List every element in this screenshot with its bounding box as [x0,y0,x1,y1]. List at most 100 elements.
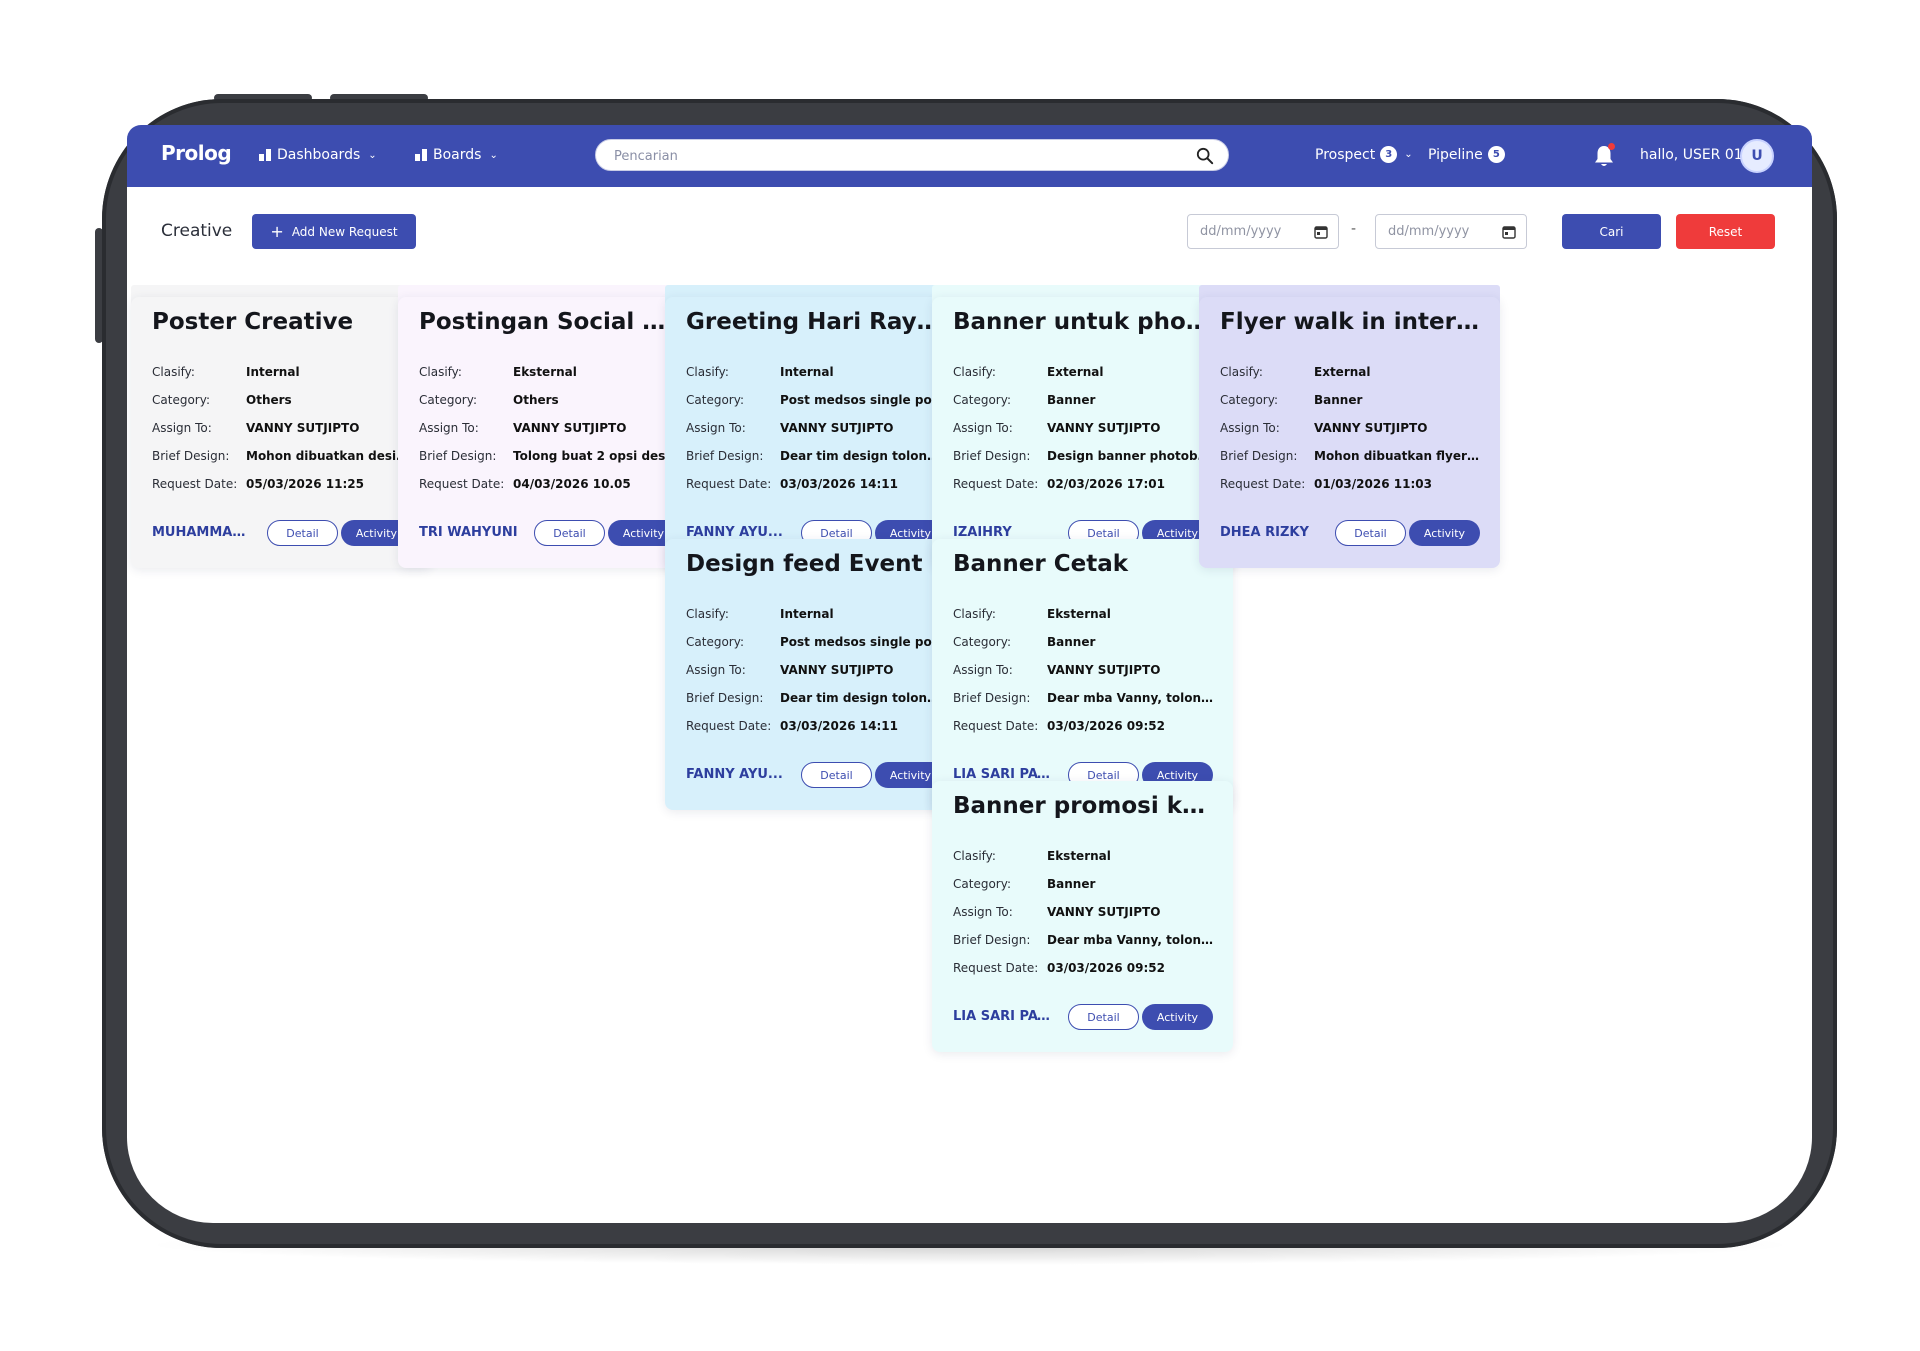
card-field-brief: Brief Design: Dear tim design tolong b... [686,691,946,705]
detail-button[interactable]: Detail [534,520,605,546]
notification-dot [1608,143,1615,150]
card-field-value: Mohon dibuatkan flyer w... [1314,449,1480,463]
request-card[interactable]: Postingan Social M... Clasify: Eksternal Ca… [398,297,699,568]
nav-boards-menu[interactable]: Boards ⌄ [415,147,498,163]
card-field-value: VANNY SUTJIPTO [1314,421,1428,435]
card-field-label: Category: [953,635,1011,649]
request-card[interactable]: Flyer walk in intervi... Clasify: External… [1199,297,1500,568]
card-field-clasify: Clasify: External [953,365,1213,379]
search-input[interactable] [614,146,1174,166]
card-field-value: External [1314,365,1371,379]
card-title[interactable]: Greeting Hari Raya... [686,309,948,335]
card-field-value: 04/03/2026 10.05 [513,477,631,491]
card-title[interactable]: Design feed Event [686,551,948,577]
add-new-request-button[interactable]: + Add New Request [252,214,416,249]
card-requester[interactable]: FANNY AYU... [686,525,786,540]
card-field-date: Request Date: 02/03/2026 17:01 [953,477,1213,491]
card-field-date: Request Date: 03/03/2026 14:11 [686,477,946,491]
detail-button[interactable]: Detail [1335,520,1406,546]
search-button[interactable]: Cari [1562,214,1661,249]
card-field-assign: Assign To: VANNY SUTJIPTO [686,421,946,435]
card-field-label: Clasify: [953,849,996,863]
card-field-value: Others [246,393,292,407]
card-requester[interactable]: LIA SARI PATI... [953,1009,1053,1024]
card-title[interactable]: Flyer walk in intervi... [1220,309,1482,335]
detail-button[interactable]: Detail [267,520,338,546]
card-field-label: Assign To: [686,421,746,435]
nav-dashboards-label: Dashboards [277,147,361,163]
add-new-request-label: Add New Request [291,224,398,239]
card-field-value: Design banner photoboo... [1047,449,1213,463]
date-from-field[interactable]: dd/mm/yyyy [1187,214,1339,249]
card-title[interactable]: Banner Cetak [953,551,1215,577]
request-card[interactable]: Design feed Event Clasify: Internal Categor… [665,539,966,810]
user-avatar[interactable]: U [1740,139,1774,173]
card-field-value: Tolong buat 2 opsi desig... [513,449,679,463]
card-field-value: 03/03/2026 09:52 [1047,719,1165,733]
user-greeting: hallo, USER 01 [1640,147,1743,163]
card-requester[interactable]: MUHAMMAD... [152,525,252,540]
nav-pipeline-menu[interactable]: Pipeline 5 [1428,146,1505,163]
card-requester[interactable]: LIA SARI PATI... [953,767,1053,782]
card-field-label: Request Date: [953,719,1039,733]
request-card[interactable]: Banner untuk phot... Clasify: External Cate… [932,297,1233,568]
calendar-icon[interactable] [1314,225,1328,239]
request-card[interactable]: Banner Cetak Clasify: Eksternal Category: Ba… [932,539,1233,810]
card-title[interactable]: Banner promosi ka... [953,793,1215,819]
card-requester[interactable]: TRI WAHYUNI [419,525,519,540]
plus-icon: + [270,221,284,241]
card-field-label: Assign To: [419,421,479,435]
card-field-label: Clasify: [419,365,462,379]
card-field-label: Category: [152,393,210,407]
card-field-label: Category: [686,393,744,407]
card-requester[interactable]: FANNY AYU... [686,767,786,782]
nav-prospect-menu[interactable]: Prospect 3 ⌄ [1315,146,1413,163]
card-field-label: Brief Design: [419,449,497,463]
request-card[interactable]: Greeting Hari Raya... Clasify: Internal Cat… [665,297,966,568]
card-field-brief: Brief Design: Dear mba Vanny, tolong... [953,933,1213,947]
activity-button[interactable]: Activity [1409,520,1480,546]
card-field-category: Category: Banner [953,635,1213,649]
card-title[interactable]: Postingan Social M... [419,309,681,335]
card-field-value: Dear mba Vanny, tolong... [1047,691,1213,705]
card-field-clasify: Clasify: Eksternal [953,607,1213,621]
nav-boards-label: Boards [433,147,482,163]
card-field-value: 03/03/2026 09:52 [1047,961,1165,975]
card-field-value: VANNY SUTJIPTO [513,421,627,435]
card-field-label: Clasify: [152,365,195,379]
card-title[interactable]: Poster Creative [152,309,414,335]
card-field-date: Request Date: 03/03/2026 09:52 [953,961,1213,975]
activity-button[interactable]: Activity [1142,1004,1213,1030]
card-title[interactable]: Banner untuk phot... [953,309,1215,335]
card-field-date: Request Date: 05/03/2026 11:25 [152,477,412,491]
request-card[interactable]: Poster Creative Clasify: Internal Category:… [131,297,432,568]
card-field-brief: Brief Design: Tolong buat 2 opsi desig... [419,449,679,463]
card-field-category: Category: Banner [1220,393,1480,407]
reset-button[interactable]: Reset [1676,214,1775,249]
card-field-label: Assign To: [953,421,1013,435]
card-field-label: Assign To: [953,905,1013,919]
date-to-field[interactable]: dd/mm/yyyy [1375,214,1527,249]
card-field-brief: Brief Design: Dear mba Vanny, tolong... [953,691,1213,705]
app-logo[interactable]: Prolog [161,141,232,165]
card-field-value: VANNY SUTJIPTO [1047,905,1161,919]
card-field-assign: Assign To: VANNY SUTJIPTO [953,663,1213,677]
detail-button[interactable]: Detail [801,762,872,788]
card-field-date: Request Date: 03/03/2026 14:11 [686,719,946,733]
card-field-clasify: Clasify: Internal [686,607,946,621]
card-field-date: Request Date: 01/03/2026 11:03 [1220,477,1480,491]
card-requester[interactable]: DHEA RIZKY [1220,525,1320,540]
card-field-label: Brief Design: [1220,449,1298,463]
card-field-label: Brief Design: [953,449,1031,463]
card-field-assign: Assign To: VANNY SUTJIPTO [1220,421,1480,435]
card-field-value: External [1047,365,1104,379]
nav-dashboards-menu[interactable]: Dashboards ⌄ [259,147,377,163]
search-bar [595,139,1229,171]
card-requester[interactable]: IZAIHRY [953,525,1053,540]
card-field-label: Clasify: [953,365,996,379]
detail-button[interactable]: Detail [1068,1004,1139,1030]
calendar-icon[interactable] [1502,225,1516,239]
search-icon[interactable] [1196,147,1214,165]
card-field-label: Request Date: [953,477,1039,491]
request-card[interactable]: Banner promosi ka... Clasify: Eksternal Cat… [932,781,1233,1052]
